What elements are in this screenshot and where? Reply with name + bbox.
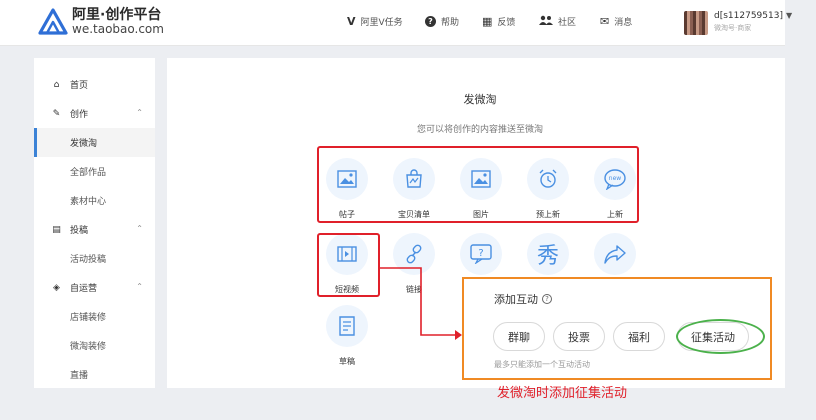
help-circle-icon[interactable]: ?	[542, 294, 552, 304]
add-interaction-panel: 添加互动 ? 群聊 投票 福利 征集活动 最多只能添加一个互动活动	[462, 277, 772, 380]
interaction-note: 最多只能添加一个互动活动	[494, 360, 590, 369]
benefit-button[interactable]: 福利	[613, 322, 665, 351]
vote-button[interactable]: 投票	[553, 322, 605, 351]
group-chat-button[interactable]: 群聊	[493, 322, 545, 351]
collection-activity-highlight	[676, 319, 765, 354]
interaction-title: 添加互动	[494, 293, 538, 306]
annotation-caption: 发微淘时添加征集活动	[497, 386, 628, 401]
